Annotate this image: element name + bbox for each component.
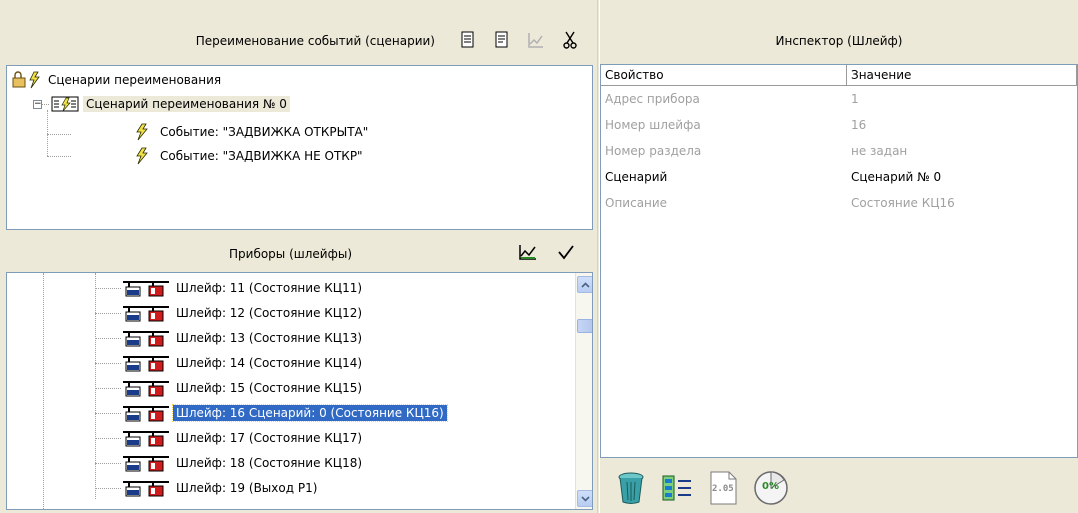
device-list-icon[interactable] — [660, 469, 694, 507]
device-loop-item[interactable]: Шлейф: 15 (Состояние КЦ15) — [121, 378, 365, 398]
devices-tree[interactable]: Шлейф: 11 (Состояние КЦ11) Шлейф: 12 (Со… — [6, 272, 593, 510]
device-loop-label: Шлейф: 19 (Выход Р1) — [176, 481, 318, 495]
property-value: 1 — [851, 92, 859, 106]
scroll-down-icon[interactable] — [577, 490, 592, 507]
device-loop-item[interactable]: Шлейф: 18 (Состояние КЦ18) — [121, 453, 365, 473]
devices-header: Приборы (шлейфы) — [6, 232, 593, 272]
header-value[interactable]: Значение — [847, 65, 1077, 85]
left-pane: Переименование событий (сценарии) Сценар… — [0, 0, 597, 513]
scenarios-title: Переименование событий (сценарии) — [195, 34, 435, 48]
lock-folder-icon — [11, 71, 45, 89]
device-loop-label: Шлейф: 17 (Состояние КЦ17) — [176, 431, 363, 445]
property-value: не задан — [851, 144, 908, 158]
chart-edit-icon[interactable] — [516, 240, 540, 264]
inspector-pane: Инспектор (Шлейф) Свойство Значение Адре… — [600, 0, 1078, 513]
new-document-icon[interactable] — [456, 28, 480, 52]
tree-scenario-label: Сценарий переименования № 0 — [83, 96, 290, 112]
inspector-toolbar: 2.05 0% — [600, 462, 1078, 513]
trash-icon[interactable] — [614, 469, 648, 507]
progress-label: 0% — [762, 480, 779, 492]
device-loop-item[interactable]: Шлейф: 12 (Состояние КЦ12) — [121, 303, 365, 323]
loop-icon — [121, 304, 173, 322]
devices-scrollbar[interactable] — [575, 273, 592, 509]
tree-event[interactable]: Событие: "ЗАДВИЖКА НЕ ОТКР" — [135, 146, 366, 166]
scroll-up-icon[interactable] — [577, 276, 592, 293]
tree-event-label: Событие: "ЗАДВИЖКА НЕ ОТКР" — [160, 149, 363, 163]
device-loop-label: Шлейф: 16 Сценарий: 0 (Состояние КЦ16) — [172, 404, 448, 422]
property-name: Сценарий — [605, 170, 668, 184]
collapse-icon[interactable]: − — [33, 100, 42, 109]
property-row[interactable]: Адрес прибора 1 — [601, 86, 1077, 112]
property-row[interactable]: Описание Состояние КЦ16 — [601, 190, 1077, 216]
loop-icon — [121, 279, 173, 297]
tree-root[interactable]: Сценарии переименования — [11, 70, 224, 90]
loop-icon — [121, 354, 173, 372]
version-icon[interactable]: 2.05 — [706, 469, 740, 507]
property-name: Адрес прибора — [605, 92, 700, 106]
devices-toolbar — [516, 240, 578, 264]
device-loop-item[interactable]: Шлейф: 14 (Состояние КЦ14) — [121, 353, 365, 373]
device-loop-label: Шлейф: 14 (Состояние КЦ14) — [176, 356, 363, 370]
apply-check-icon[interactable] — [554, 240, 578, 264]
property-row[interactable]: Номер шлейфа 16 — [601, 112, 1077, 138]
device-loop-label: Шлейф: 13 (Состояние КЦ13) — [176, 331, 363, 345]
property-name: Номер раздела — [605, 144, 702, 158]
property-row[interactable]: Сценарий Сценарий № 0 — [601, 164, 1077, 190]
progress-icon[interactable]: 0% — [752, 469, 790, 507]
device-loop-label: Шлейф: 18 (Состояние КЦ18) — [176, 456, 363, 470]
scroll-thumb[interactable] — [577, 319, 592, 333]
device-loop-item[interactable]: Шлейф: 11 (Состояние КЦ11) — [121, 278, 365, 298]
loop-icon — [121, 454, 173, 472]
device-loop-label: Шлейф: 12 (Состояние КЦ12) — [176, 306, 363, 320]
scenarios-tree[interactable]: Сценарии переименования − Сценарий переи… — [6, 65, 593, 230]
property-value: 16 — [851, 118, 867, 132]
device-loop-item[interactable]: Шлейф: 19 (Выход Р1) — [121, 478, 320, 498]
device-loop-label: Шлейф: 11 (Состояние КЦ11) — [176, 281, 363, 295]
property-name: Описание — [605, 196, 668, 210]
edit-document-icon[interactable] — [490, 28, 514, 52]
scenario-icon — [51, 95, 83, 113]
property-name: Номер шлейфа — [605, 118, 701, 132]
device-loop-item[interactable]: Шлейф: 16 Сценарий: 0 (Состояние КЦ16) — [121, 403, 448, 423]
property-grid[interactable]: Свойство Значение Адрес прибора 1 Номер … — [600, 64, 1078, 458]
property-value: Сценарий № 0 — [851, 170, 942, 184]
header-property[interactable]: Свойство — [601, 65, 847, 85]
scenarios-toolbar — [456, 28, 582, 52]
device-loop-label: Шлейф: 15 (Состояние КЦ15) — [176, 381, 363, 395]
loop-icon — [121, 479, 173, 497]
tree-event-label: Событие: "ЗАДВИЖКА ОТКРЫТА" — [160, 125, 369, 139]
chart-icon — [524, 28, 548, 52]
cut-icon[interactable] — [558, 28, 582, 52]
devices-title: Приборы (шлейфы) — [229, 247, 353, 261]
loop-icon — [121, 379, 173, 397]
loop-icon — [121, 429, 173, 447]
inspector-title: Инспектор (Шлейф) — [775, 34, 903, 48]
tree-root-label: Сценарии переименования — [48, 73, 222, 87]
loop-icon — [121, 404, 173, 422]
loop-icon — [121, 329, 173, 347]
property-value: Состояние КЦ16 — [851, 196, 955, 210]
tree-scenario[interactable]: Сценарий переименования № 0 — [51, 94, 290, 114]
event-lightning-icon — [135, 123, 157, 141]
grid-header: Свойство Значение — [601, 65, 1077, 86]
property-row[interactable]: Номер раздела не задан — [601, 138, 1077, 164]
event-lightning-icon — [135, 147, 157, 165]
device-loop-item[interactable]: Шлейф: 13 (Состояние КЦ13) — [121, 328, 365, 348]
tree-event[interactable]: Событие: "ЗАДВИЖКА ОТКРЫТА" — [135, 122, 371, 142]
version-label: 2.05 — [712, 483, 734, 494]
device-loop-item[interactable]: Шлейф: 17 (Состояние КЦ17) — [121, 428, 365, 448]
scenarios-header: Переименование событий (сценарии) — [6, 0, 593, 62]
